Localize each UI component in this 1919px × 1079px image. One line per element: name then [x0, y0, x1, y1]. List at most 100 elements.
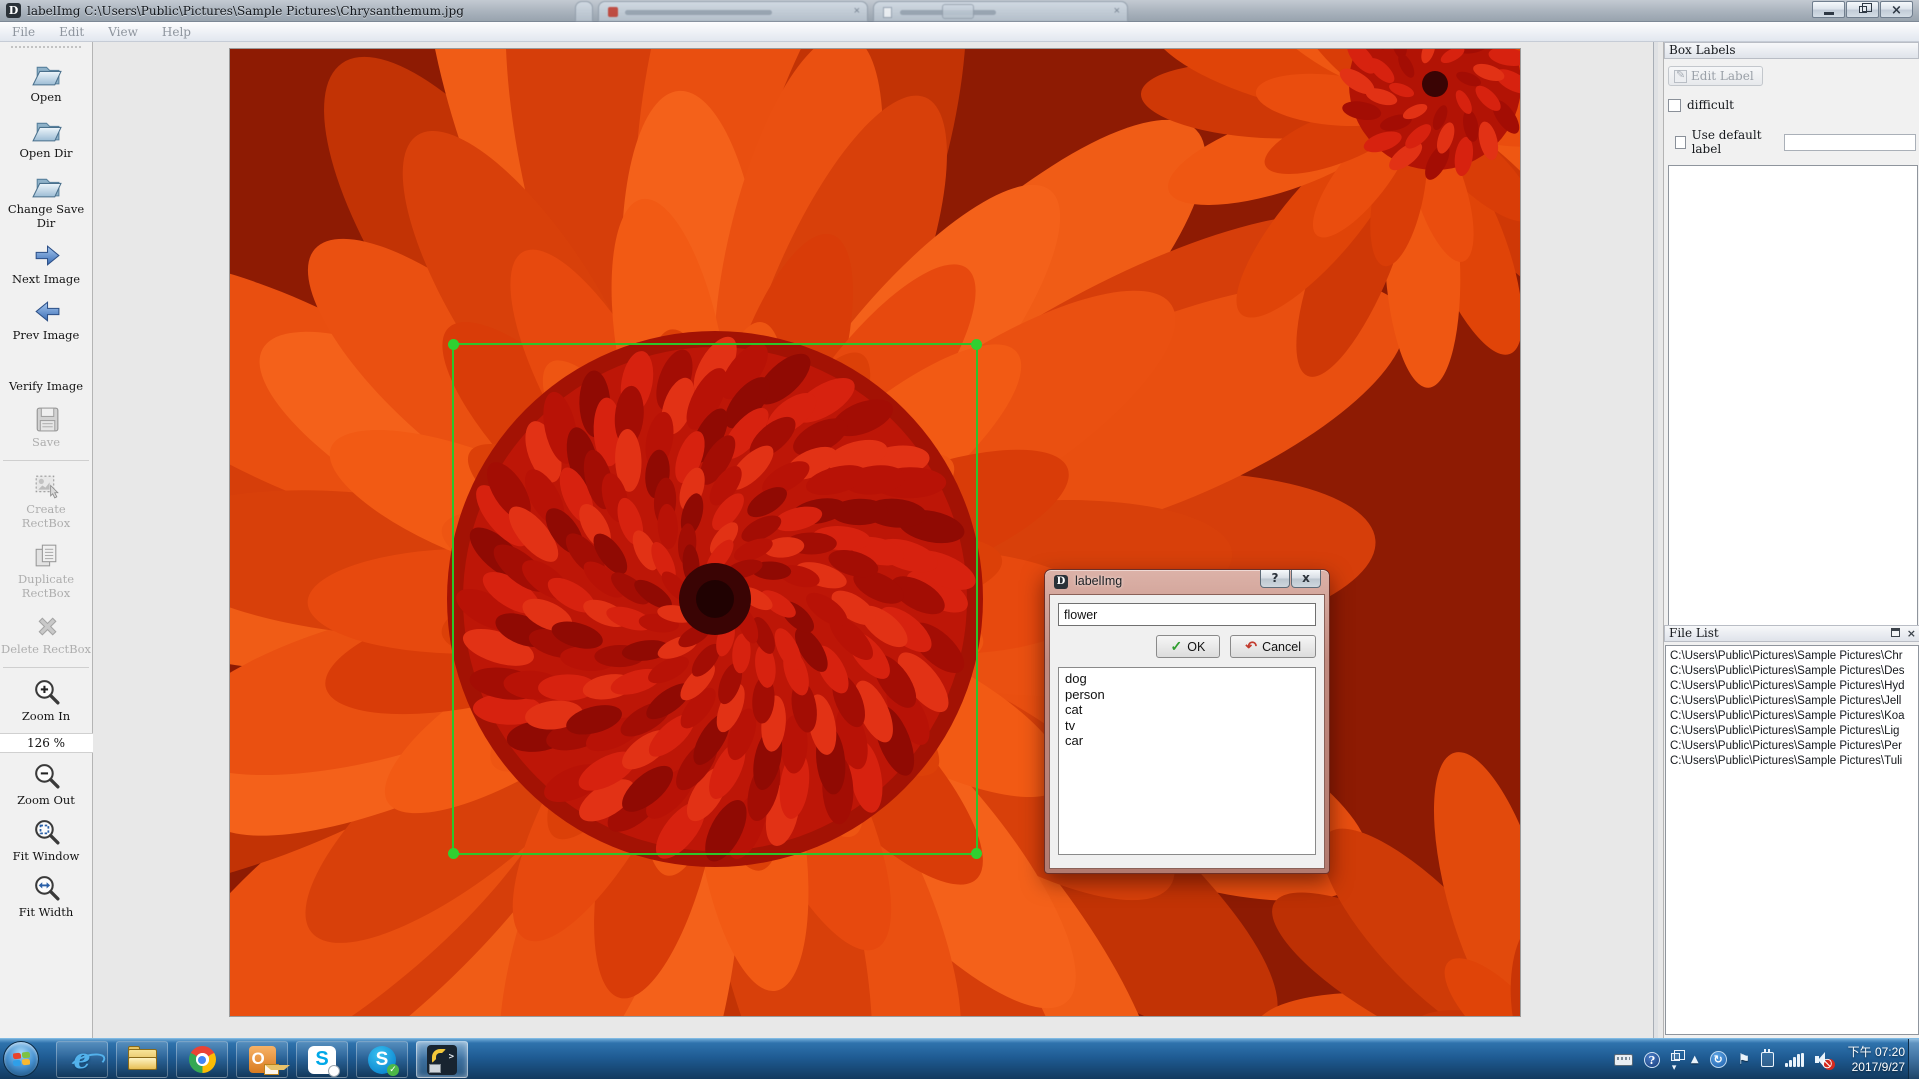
taskbar-python-labelimg[interactable]: >	[416, 1041, 468, 1078]
folder-icon	[128, 1049, 157, 1070]
outlook-icon: O	[249, 1046, 276, 1073]
pencil-icon	[1674, 70, 1687, 83]
file-list-item[interactable]: C:\Users\Public\Pictures\Sample Pictures…	[1666, 679, 1918, 694]
box-labels-header[interactable]: Box Labels	[1664, 42, 1919, 59]
file-list-item[interactable]: C:\Users\Public\Pictures\Sample Pictures…	[1666, 664, 1918, 679]
toolbar-button-fit-window[interactable]: Fit Window	[0, 817, 92, 863]
background-browser-tab[interactable]: ×	[598, 1, 868, 21]
taskbar-skype[interactable]: S	[296, 1041, 348, 1078]
file-list-item[interactable]: C:\Users\Public\Pictures\Sample Pictures…	[1666, 739, 1918, 754]
start-button[interactable]	[3, 1041, 39, 1077]
close-button[interactable]: ×	[1880, 1, 1913, 18]
dialog-titlebar[interactable]: D labelImg ? x	[1045, 570, 1329, 594]
taskbar-skype-business[interactable]: S✓	[356, 1041, 408, 1078]
minimize-button[interactable]	[1812, 1, 1845, 18]
new-tab-button[interactable]	[942, 4, 974, 19]
toolbar-button-next-image[interactable]: Next Image	[0, 240, 92, 286]
toolbar-button-delete-rectbox[interactable]: Delete RectBox	[0, 610, 92, 656]
dialog-help-button[interactable]: ?	[1260, 570, 1290, 588]
menu-view[interactable]: View	[96, 25, 150, 39]
toolbar-button-prev-image[interactable]: Prev Image	[0, 296, 92, 342]
show-desktop-button[interactable]	[1908, 1039, 1919, 1079]
tab-close-icon[interactable]: ×	[854, 5, 860, 18]
file-list-item[interactable]: C:\Users\Public\Pictures\Sample Pictures…	[1666, 709, 1918, 724]
bounding-box[interactable]	[452, 343, 978, 855]
open-folder-icon	[31, 58, 62, 89]
volume-muted-icon[interactable]: ⃠	[1815, 1052, 1833, 1068]
taskbar-outlook[interactable]: O	[236, 1041, 288, 1078]
dock-close-icon[interactable]: ×	[1907, 628, 1916, 639]
label-option[interactable]: person	[1059, 687, 1315, 703]
toolbar-button-create-rectbox[interactable]: Create RectBox	[0, 470, 92, 530]
toolbar-label: Save	[1, 435, 91, 449]
ok-button[interactable]: ✓ OK	[1156, 635, 1221, 658]
safely-remove-icon[interactable]	[1761, 1052, 1774, 1067]
label-option[interactable]: tv	[1059, 718, 1315, 734]
network-signal-icon[interactable]	[1785, 1053, 1804, 1067]
keyboard-icon[interactable]	[1614, 1054, 1633, 1066]
bbox-handle-top-right[interactable]	[971, 339, 982, 350]
bbox-handle-top-left[interactable]	[448, 339, 459, 350]
chrome-icon	[189, 1046, 216, 1073]
label-option[interactable]: car	[1059, 733, 1315, 749]
dock-float-icon[interactable]	[1891, 628, 1900, 637]
taskbar-internet-explorer[interactable]: e	[56, 1041, 108, 1078]
magnifier-minus-icon	[31, 761, 62, 792]
zoom-percent-field[interactable]: 126 %	[0, 733, 93, 753]
label-option[interactable]: dog	[1059, 671, 1315, 687]
clock-date: 2017/9/27	[1848, 1060, 1905, 1075]
use-default-label-checkbox[interactable]	[1675, 136, 1686, 149]
toolbar-button-change-save-dir[interactable]: Change Save Dir	[0, 170, 92, 230]
image-canvas[interactable]	[93, 42, 1658, 1038]
taskbar-chrome[interactable]	[176, 1041, 228, 1078]
menu-help[interactable]: Help	[150, 25, 203, 39]
file-list[interactable]: C:\Users\Public\Pictures\Sample Pictures…	[1665, 645, 1919, 1035]
default-label-input[interactable]	[1784, 134, 1916, 151]
file-list-item[interactable]: C:\Users\Public\Pictures\Sample Pictures…	[1666, 754, 1918, 769]
taskbar: e O S S✓ > ? ▲ ↻ ⚑ ⃠	[0, 1038, 1919, 1079]
toolbar-button-verify-image[interactable]: Verify Image	[0, 352, 92, 393]
toolbar-button-zoom-out[interactable]: Zoom Out	[0, 761, 92, 807]
label-options-list[interactable]: dogpersoncattvcar	[1058, 667, 1316, 855]
bbox-handle-bottom-left[interactable]	[448, 848, 459, 859]
show-hidden-icons-arrow[interactable]: ▲	[1691, 1054, 1699, 1065]
taskbar-clock[interactable]: 下午 07:20 2017/9/27	[1848, 1045, 1905, 1075]
difficult-checkbox[interactable]	[1668, 99, 1681, 112]
label-dialog[interactable]: D labelImg ? x ✓ OK ↶ Cancel dogper	[1044, 569, 1330, 874]
label-option[interactable]: cat	[1059, 702, 1315, 718]
dialog-close-button[interactable]: x	[1291, 570, 1321, 588]
toolbar-button-open[interactable]: Open	[0, 58, 92, 104]
dialog-title: labelImg	[1075, 574, 1122, 588]
label-input[interactable]	[1058, 603, 1316, 626]
toolbar-label: Zoom In	[1, 709, 91, 723]
window-titlebar[interactable]: D labelImg C:\Users\Public\Pictures\Samp…	[0, 0, 1919, 22]
magnifier-plus-icon	[31, 677, 62, 708]
restore-button[interactable]	[1846, 1, 1879, 18]
action-center-flag-icon[interactable]: ⚑	[1738, 1052, 1751, 1068]
file-list-item[interactable]: C:\Users\Public\Pictures\Sample Pictures…	[1666, 724, 1918, 739]
tab-close-icon[interactable]: ×	[1114, 5, 1120, 18]
toolbar-button-save[interactable]: Save	[0, 403, 92, 449]
toolbar-button-open-dir[interactable]: Open Dir	[0, 114, 92, 160]
file-list-item[interactable]: C:\Users\Public\Pictures\Sample Pictures…	[1666, 649, 1918, 664]
file-list-item[interactable]: C:\Users\Public\Pictures\Sample Pictures…	[1666, 694, 1918, 709]
box-labels-list[interactable]	[1668, 165, 1918, 627]
help-icon[interactable]: ?	[1644, 1052, 1660, 1068]
cancel-button[interactable]: ↶ Cancel	[1230, 635, 1316, 658]
toolbar-drag-handle[interactable]	[11, 46, 81, 48]
panel-splitter[interactable]	[1653, 42, 1658, 1038]
taskbar-file-explorer[interactable]	[116, 1041, 168, 1078]
background-browser-tab[interactable]: ×	[873, 1, 1128, 21]
edit-label-button[interactable]: Edit Label	[1668, 66, 1763, 86]
menu-edit[interactable]: Edit	[47, 25, 96, 39]
sync-icon[interactable]: ↻	[1710, 1051, 1727, 1068]
window-restore-icon[interactable]	[1671, 1053, 1680, 1061]
bbox-handle-bottom-right[interactable]	[971, 848, 982, 859]
toolbar-button-fit-width[interactable]: Fit Width	[0, 873, 92, 919]
toolbar-button-zoom-in[interactable]: Zoom In	[0, 677, 92, 723]
background-browser-tab-edge[interactable]	[575, 1, 593, 21]
magnifier-width-icon	[31, 873, 62, 904]
menu-file[interactable]: File	[0, 25, 47, 39]
file-list-header[interactable]: File List ×	[1664, 625, 1919, 642]
toolbar-button-duplicate-rectbox[interactable]: Duplicate RectBox	[0, 540, 92, 600]
